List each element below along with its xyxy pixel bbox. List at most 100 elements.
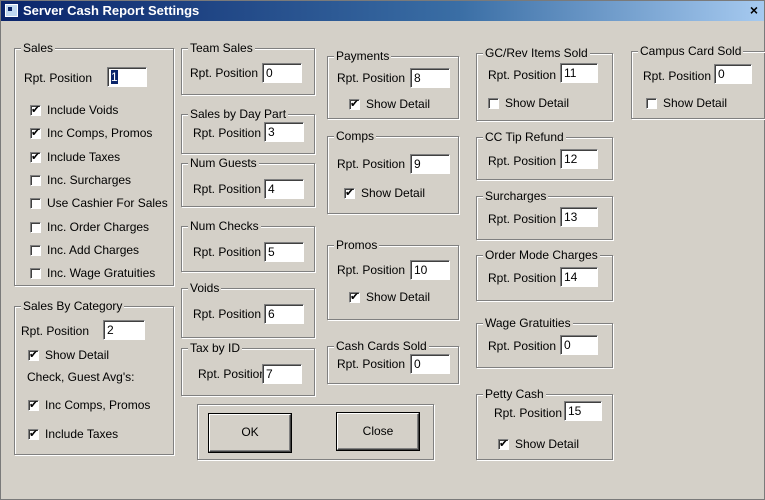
sales-group: Sales Rpt. Position 1 Include Voids Inc … bbox=[14, 41, 174, 286]
checkbox-box bbox=[28, 348, 39, 362]
sales-rpt-position-input[interactable]: 1 bbox=[107, 67, 147, 87]
wage-gratuities-group: Wage Gratuities Rpt. Position 0 bbox=[476, 316, 613, 368]
sales-rpt-position-label: Rpt. Position bbox=[24, 71, 93, 85]
surcharges-group: Surcharges Rpt. Position 13 bbox=[476, 189, 613, 240]
order-mode-charges-group: Order Mode Charges Rpt. Position 14 bbox=[476, 248, 613, 301]
category-inc-comps-promos-checkbox[interactable]: Inc Comps, Promos bbox=[28, 398, 150, 412]
num-checks-title: Num Checks bbox=[188, 219, 261, 233]
payments-rpt-position-label: Rpt. Position bbox=[337, 71, 406, 85]
checkbox-box bbox=[30, 245, 41, 256]
team-sales-rpt-position-input[interactable]: 0 bbox=[262, 63, 302, 83]
promos-rpt-position-label: Rpt. Position bbox=[337, 263, 406, 277]
campus-card-show-detail-checkbox[interactable]: Show Detail bbox=[646, 96, 727, 110]
comps-rpt-position-label: Rpt. Position bbox=[337, 157, 406, 171]
close-icon[interactable]: × bbox=[746, 2, 762, 18]
petty-cash-rpt-position-label: Rpt. Position bbox=[494, 406, 563, 420]
num-guests-rpt-position-input[interactable]: 4 bbox=[264, 179, 304, 199]
sales-by-category-show-detail-checkbox[interactable]: Show Detail bbox=[28, 348, 109, 362]
checkbox-box bbox=[30, 268, 41, 279]
num-guests-group: Num Guests Rpt. Position 4 bbox=[181, 156, 315, 207]
title-bar[interactable]: Server Cash Report Settings × bbox=[1, 1, 764, 21]
sales-by-category-group: Sales By Category Rpt. Position 2 Show D… bbox=[14, 299, 174, 455]
cash-cards-sold-rpt-position-input[interactable]: 0 bbox=[410, 354, 450, 374]
checkbox-box bbox=[646, 98, 657, 109]
cc-tip-refund-rpt-position-input[interactable]: 12 bbox=[560, 149, 598, 169]
ok-button[interactable]: OK bbox=[209, 414, 291, 452]
use-cashier-for-sales-checkbox[interactable]: Use Cashier For Sales bbox=[30, 196, 168, 210]
voids-group: Voids Rpt. Position 6 bbox=[181, 281, 315, 338]
comps-group: Comps Rpt. Position 9 Show Detail bbox=[327, 129, 459, 214]
voids-title: Voids bbox=[188, 281, 222, 295]
team-sales-rpt-position-label: Rpt. Position bbox=[190, 66, 259, 80]
surcharges-rpt-position-input[interactable]: 13 bbox=[560, 207, 598, 227]
sales-by-category-rpt-position-input[interactable]: 2 bbox=[103, 320, 145, 340]
petty-cash-show-detail-checkbox[interactable]: Show Detail bbox=[498, 437, 579, 451]
petty-cash-group: Petty Cash Rpt. Position 15 Show Detail bbox=[476, 387, 613, 460]
num-checks-rpt-position-input[interactable]: 5 bbox=[264, 242, 304, 262]
sales-by-day-part-rpt-position-input[interactable]: 3 bbox=[264, 122, 304, 142]
order-mode-charges-title: Order Mode Charges bbox=[483, 248, 600, 262]
button-panel: OK Close bbox=[197, 404, 434, 460]
voids-rpt-position-label: Rpt. Position bbox=[193, 307, 262, 321]
inc-wage-gratuities-checkbox[interactable]: Inc. Wage Gratuities bbox=[30, 266, 155, 280]
checkbox-box bbox=[30, 222, 41, 233]
checkbox-box bbox=[498, 437, 509, 451]
cash-cards-sold-group: Cash Cards Sold Rpt. Position 0 bbox=[327, 339, 459, 384]
checkbox-box bbox=[30, 126, 41, 140]
sales-by-day-part-group: Sales by Day Part Rpt. Position 3 bbox=[181, 107, 315, 154]
order-mode-charges-rpt-position-label: Rpt. Position bbox=[488, 271, 557, 285]
gc-rev-items-sold-group: GC/Rev Items Sold Rpt. Position 11 Show … bbox=[476, 46, 613, 121]
order-mode-charges-rpt-position-input[interactable]: 14 bbox=[560, 267, 598, 287]
sales-group-title: Sales bbox=[21, 41, 56, 55]
inc-surcharges-checkbox[interactable]: Inc. Surcharges bbox=[30, 173, 131, 187]
sales-by-day-part-title: Sales by Day Part bbox=[188, 107, 289, 121]
campus-card-sold-rpt-position-label: Rpt. Position bbox=[643, 69, 712, 83]
cc-tip-refund-group: CC Tip Refund Rpt. Position 12 bbox=[476, 130, 613, 180]
inc-order-charges-checkbox[interactable]: Inc. Order Charges bbox=[30, 220, 149, 234]
include-taxes-checkbox[interactable]: Include Taxes bbox=[30, 150, 120, 164]
payments-title: Payments bbox=[334, 49, 392, 63]
cash-cards-sold-rpt-position-label: Rpt. Position bbox=[337, 357, 406, 371]
tax-by-id-rpt-position-input[interactable]: 7 bbox=[262, 364, 302, 384]
promos-show-detail-checkbox[interactable]: Show Detail bbox=[349, 290, 430, 304]
checkbox-box bbox=[28, 427, 39, 441]
include-voids-checkbox[interactable]: Include Voids bbox=[30, 103, 118, 117]
promos-rpt-position-input[interactable]: 10 bbox=[410, 260, 450, 280]
surcharges-rpt-position-label: Rpt. Position bbox=[488, 212, 557, 226]
window-title: Server Cash Report Settings bbox=[23, 3, 200, 18]
promos-title: Promos bbox=[334, 238, 380, 252]
tax-by-id-title: Tax by ID bbox=[188, 341, 243, 355]
tax-by-id-group: Tax by ID Rpt. Position 7 bbox=[181, 341, 315, 396]
gc-rev-items-show-detail-checkbox[interactable]: Show Detail bbox=[488, 96, 569, 110]
payments-show-detail-checkbox[interactable]: Show Detail bbox=[349, 97, 430, 111]
promos-group: Promos Rpt. Position 10 Show Detail bbox=[327, 238, 459, 320]
petty-cash-rpt-position-input[interactable]: 15 bbox=[564, 401, 602, 421]
num-guests-title: Num Guests bbox=[188, 156, 259, 170]
cc-tip-refund-rpt-position-label: Rpt. Position bbox=[488, 154, 557, 168]
inc-add-charges-checkbox[interactable]: Inc. Add Charges bbox=[30, 243, 139, 257]
checkbox-box bbox=[349, 290, 360, 304]
comps-show-detail-checkbox[interactable]: Show Detail bbox=[344, 186, 425, 200]
payments-rpt-position-input[interactable]: 8 bbox=[410, 68, 450, 88]
checkbox-box bbox=[28, 398, 39, 412]
gc-rev-items-sold-rpt-position-input[interactable]: 11 bbox=[560, 63, 598, 83]
campus-card-sold-rpt-position-input[interactable]: 0 bbox=[714, 64, 752, 84]
sales-by-category-title: Sales By Category bbox=[21, 299, 125, 313]
check-guest-avg-label: Check, Guest Avg's: bbox=[27, 370, 135, 384]
wage-gratuities-rpt-position-label: Rpt. Position bbox=[488, 339, 557, 353]
close-button[interactable]: Close bbox=[337, 413, 419, 450]
voids-rpt-position-input[interactable]: 6 bbox=[264, 304, 304, 324]
comps-rpt-position-input[interactable]: 9 bbox=[410, 154, 450, 174]
gc-rev-items-sold-rpt-position-label: Rpt. Position bbox=[488, 68, 557, 82]
category-include-taxes-checkbox[interactable]: Include Taxes bbox=[28, 427, 118, 441]
wage-gratuities-rpt-position-input[interactable]: 0 bbox=[560, 335, 598, 355]
checkbox-box bbox=[349, 97, 360, 111]
gc-rev-items-sold-title: GC/Rev Items Sold bbox=[483, 46, 590, 60]
checkbox-box bbox=[30, 150, 41, 164]
checkbox-box bbox=[488, 98, 499, 109]
inc-comps-promos-checkbox[interactable]: Inc Comps, Promos bbox=[30, 126, 152, 140]
checkbox-box bbox=[30, 198, 41, 209]
app-icon bbox=[5, 4, 18, 17]
num-guests-rpt-position-label: Rpt. Position bbox=[193, 182, 262, 196]
team-sales-title: Team Sales bbox=[188, 41, 255, 55]
